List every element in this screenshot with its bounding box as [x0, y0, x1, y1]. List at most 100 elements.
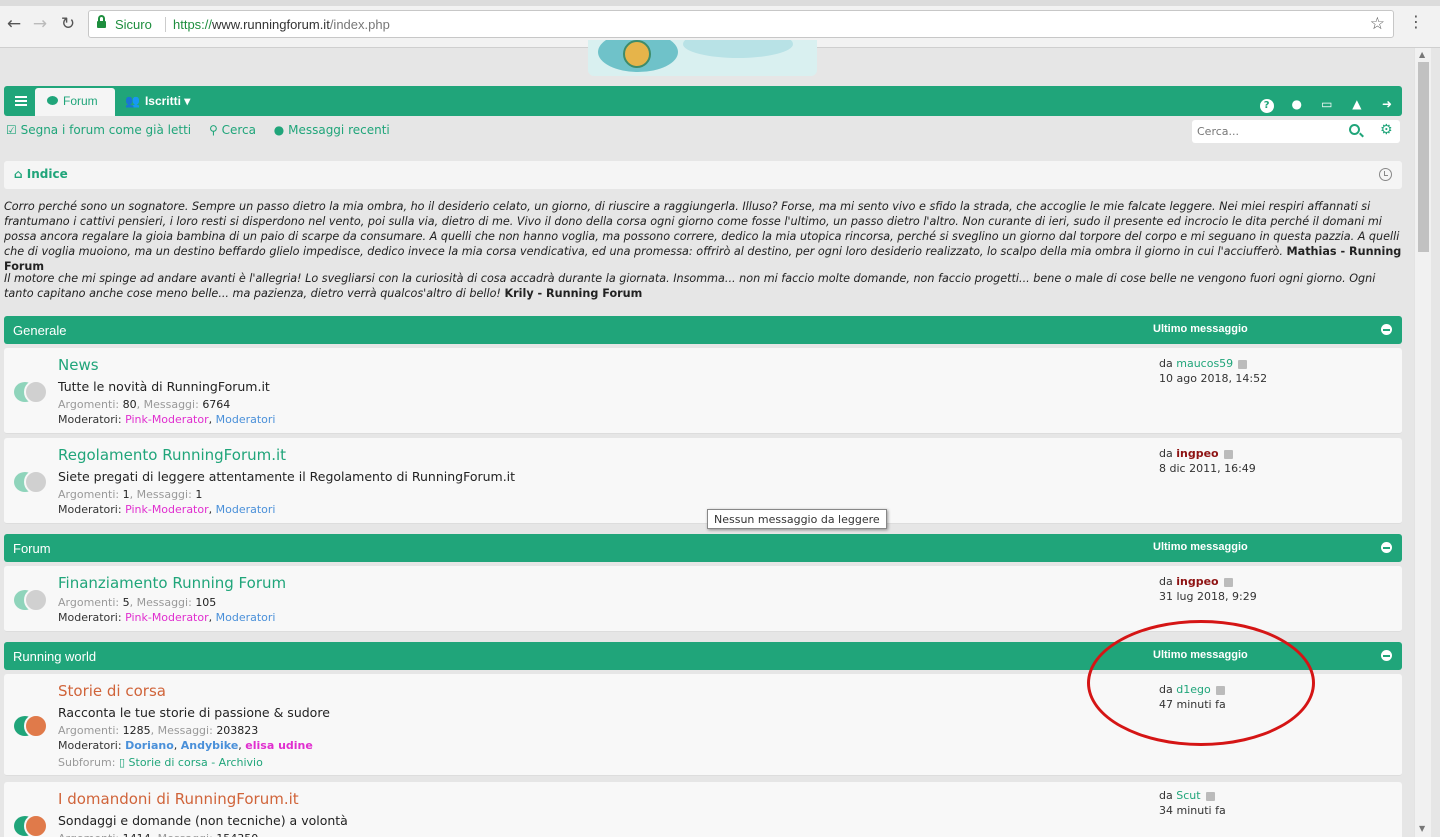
user-icon[interactable]: ● — [1290, 97, 1304, 111]
category-header-generale: Generale Ultimo messaggio — [4, 316, 1402, 344]
category-title[interactable]: Generale — [13, 323, 66, 338]
forum-row-news: News Tutte le novità di RunningForum.it … — [4, 348, 1402, 434]
last-post-author: da ingpeo — [1159, 575, 1233, 588]
tab-members-label: Iscritti — [144, 94, 181, 108]
author-link[interactable]: Scut — [1176, 789, 1200, 802]
category-title[interactable]: Running world — [13, 649, 96, 664]
recent-posts-link[interactable]: ● Messaggi recenti — [274, 123, 390, 137]
goto-post-icon[interactable] — [1238, 359, 1248, 369]
signature-quote: Il motore che mi spinge ad andare avanti… — [4, 272, 1376, 300]
signature-quote: Corro perché sono un sognatore. Sempre u… — [4, 200, 1402, 273]
forum-read-icon — [14, 588, 50, 614]
forum-title[interactable]: News — [58, 356, 99, 374]
forum-stats: Argomenti: 1285, Messaggi: 203823 — [58, 724, 259, 737]
search-icon[interactable] — [1349, 124, 1360, 135]
page-scrollbar[interactable]: ▲ ▼ — [1414, 48, 1431, 837]
advanced-search-gear-icon[interactable]: ⚙ — [1380, 122, 1393, 138]
collapse-icon[interactable] — [1381, 650, 1392, 661]
goto-post-icon[interactable] — [1205, 791, 1215, 801]
category-header-forum: Forum Ultimo messaggio — [4, 534, 1402, 562]
last-post-date: 8 dic 2011, 16:49 — [1159, 462, 1256, 475]
forum-stats: Argomenti: 1414, Messaggi: 154350 — [58, 832, 258, 837]
moderator-link[interactable]: Pink-Moderator — [125, 503, 209, 516]
author-link[interactable]: maucos59 — [1176, 357, 1233, 370]
inbox-icon[interactable]: ▭ — [1320, 97, 1334, 111]
forum-read-icon — [14, 380, 50, 406]
forum-description: Siete pregati di leggere attentamente il… — [58, 469, 516, 484]
subforum-link[interactable]: ▯ Storie di corsa - Archivio — [119, 756, 263, 769]
main-navbar: Forum 👥 Iscritti ▾ ? ● ▭ ▲ ➜ — [4, 86, 1402, 116]
moderator-link[interactable]: Andybike — [181, 739, 239, 752]
collapse-icon[interactable] — [1381, 542, 1392, 553]
reload-icon[interactable]: ↻ — [58, 14, 78, 34]
back-icon[interactable]: ← — [4, 14, 24, 34]
login-icon[interactable]: ➜ — [1380, 97, 1394, 111]
forum-moderators: Moderatori: Pink-Moderator, Moderatori — [58, 503, 276, 516]
goto-post-icon[interactable] — [1223, 577, 1233, 587]
forum-moderators: Moderatori: Pink-Moderator, Moderatori — [58, 611, 276, 624]
browser-menu-icon[interactable]: ⋮ — [1408, 12, 1424, 31]
search-link[interactable]: ⚲ Cerca — [209, 123, 256, 137]
moderator-link[interactable]: Moderatori — [216, 611, 276, 624]
last-post-date: 31 lug 2018, 9:29 — [1159, 590, 1257, 603]
moderator-link[interactable]: Pink-Moderator — [125, 413, 209, 426]
forum-moderators: Moderatori: Doriano, Andybike, elisa udi… — [58, 739, 313, 752]
notification-bell-icon[interactable]: ▲ — [1350, 97, 1364, 111]
forum-row-domandoni: I domandoni di RunningForum.it Sondaggi … — [4, 782, 1402, 837]
forward-icon[interactable]: → — [30, 14, 50, 34]
breadcrumb: ⌂ Indice — [4, 161, 1402, 189]
quick-links: ☑ Segna i forum come già letti ⚲ Cerca ●… — [6, 123, 404, 137]
bookmark-star-icon[interactable]: ☆ — [1370, 14, 1385, 34]
author-link[interactable]: ingpeo — [1176, 447, 1218, 460]
help-icon[interactable]: ? — [1259, 99, 1274, 113]
forum-description: Tutte le novità di RunningForum.it — [58, 379, 270, 394]
address-separator — [165, 17, 166, 32]
forum-unread-icon — [14, 814, 50, 837]
menu-icon[interactable] — [8, 89, 33, 113]
tab-forum-label: Forum — [63, 94, 98, 108]
lock-icon — [97, 15, 106, 29]
last-post-header: Ultimo messaggio — [1153, 541, 1248, 553]
address-bar[interactable]: Sicuro https://www.runningforum.it/index… — [88, 10, 1394, 38]
forum-title[interactable]: Storie di corsa — [58, 682, 166, 700]
search-placeholder: Cerca... — [1197, 125, 1240, 138]
user-actions: ? ● ▭ ▲ ➜ — [1249, 93, 1394, 113]
forum-title[interactable]: I domandoni di RunningForum.it — [58, 790, 299, 808]
mark-read-link[interactable]: ☑ Segna i forum come già letti — [6, 123, 191, 137]
last-post-author: da ingpeo — [1159, 447, 1233, 460]
url-text[interactable]: https://www.runningforum.it/index.php — [173, 17, 390, 32]
tab-members[interactable]: 👥 Iscritti ▾ — [125, 94, 190, 108]
tab-strip — [0, 0, 1440, 6]
clock-icon — [1379, 168, 1392, 181]
moderator-link[interactable]: Pink-Moderator — [125, 611, 209, 624]
last-post-date: 34 minuti fa — [1159, 804, 1226, 817]
forum-unread-icon — [14, 714, 50, 740]
last-post-author: da Scut — [1159, 789, 1215, 802]
scroll-down-icon[interactable]: ▼ — [1419, 824, 1425, 833]
breadcrumb-home[interactable]: ⌂ Indice — [14, 167, 68, 181]
forum-title[interactable]: Finanziamento Running Forum — [58, 574, 286, 592]
forum-stats: Argomenti: 5, Messaggi: 105 — [58, 596, 217, 609]
forum-read-icon — [14, 470, 50, 496]
site-logo[interactable] — [588, 40, 817, 76]
scrollbar-thumb[interactable] — [1418, 62, 1429, 252]
tooltip: Nessun messaggio da leggere — [707, 509, 887, 529]
forum-stats: Argomenti: 1, Messaggi: 1 — [58, 488, 203, 501]
forum-title[interactable]: Regolamento RunningForum.it — [58, 446, 286, 464]
category-title[interactable]: Forum — [13, 541, 51, 556]
comment-icon — [47, 96, 58, 105]
moderator-link[interactable]: Doriano — [125, 739, 174, 752]
author-link[interactable]: ingpeo — [1176, 575, 1218, 588]
moderator-link[interactable]: Moderatori — [216, 413, 276, 426]
search-input[interactable]: Cerca... ⚙ — [1192, 120, 1400, 143]
collapse-icon[interactable] — [1381, 324, 1392, 335]
moderator-link[interactable]: elisa udine — [245, 739, 313, 752]
last-post-date: 10 ago 2018, 14:52 — [1159, 372, 1268, 385]
moderator-link[interactable]: Moderatori — [216, 503, 276, 516]
last-post-header: Ultimo messaggio — [1153, 323, 1248, 335]
tab-forum[interactable]: Forum — [35, 88, 115, 116]
goto-post-icon[interactable] — [1223, 449, 1233, 459]
subforum-list: Subforum: ▯ Storie di corsa - Archivio — [58, 756, 263, 769]
scroll-up-icon[interactable]: ▲ — [1419, 50, 1425, 59]
annotation-ellipse — [1087, 620, 1315, 746]
